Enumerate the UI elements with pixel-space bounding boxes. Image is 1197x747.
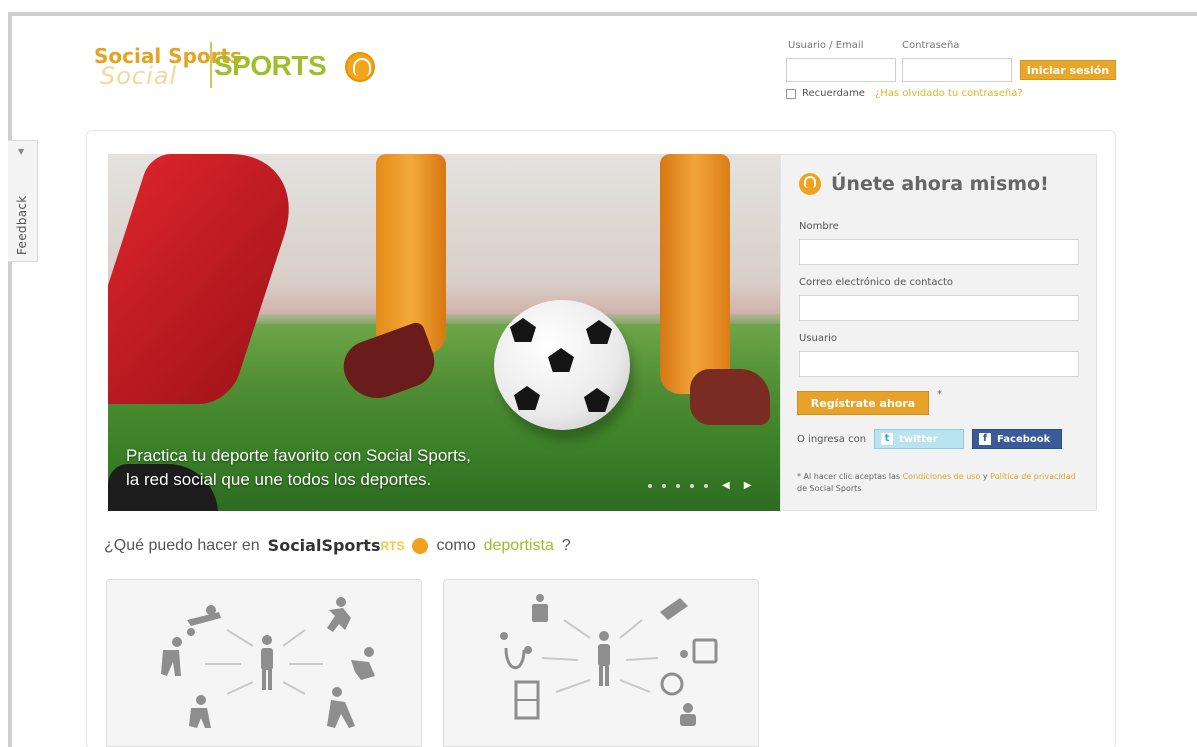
question-brand-ghost: RTS [380,538,405,553]
slider-dot[interactable] [648,483,652,488]
ball-patch [584,388,610,412]
basketball-ball-icon [345,52,375,82]
ball-patch [510,318,536,342]
question-prefix: ¿Qué puedo hacer en [104,536,260,554]
ball-patch [548,348,574,372]
forgot-password-link[interactable]: ¿Has olvidado tu contraseña? [875,88,1023,99]
register-asterisk: * [937,389,942,400]
slider-dot[interactable] [676,483,680,488]
terms-suffix: de Social Sports [797,484,862,493]
soccer-ball-image [494,300,630,430]
username-input[interactable] [786,58,896,82]
terms-prefix: * Al hacer clic aceptas las [797,472,901,481]
hero-caption-line1: Practica tu deporte favorito con Social … [126,446,471,465]
terms-text: * Al hacer clic aceptas las Condiciones … [797,471,1087,495]
login-form: Usuario / Email Contraseña Iniciar sesió… [786,40,1126,110]
hero-slider: Practica tu deporte favorito con Social … [108,154,780,511]
next-arrow-icon[interactable]: ▶ [744,480,752,491]
user-label: Usuario [799,333,838,344]
question-highlight: deportista [483,536,554,554]
register-button[interactable]: Regístrate ahora [797,391,929,415]
password-input[interactable] [902,58,1012,82]
slider-dot[interactable] [662,483,666,488]
remember-checkbox[interactable] [786,88,796,99]
hero-orange-sock-right [660,154,730,394]
slider-pagination: ◀ ▶ [648,480,751,491]
hero-caption: Practica tu deporte favorito con Social … [126,444,576,492]
athlete-panel[interactable] [106,579,422,747]
social-login-row: O ingresa con t twitter f Facebook [797,429,1063,449]
remember-label: Recuerdame [802,88,865,99]
athlete-network-icon [161,597,375,728]
name-input[interactable] [799,239,1079,265]
signup-panel: Únete ahora mismo! Nombre Correo electró… [780,154,1097,511]
email-input[interactable] [799,295,1079,321]
twitter-button[interactable]: t twitter [874,429,965,449]
login-button[interactable]: Iniciar sesión [1020,60,1116,80]
logo-divider [210,42,212,88]
user-input[interactable] [799,351,1079,377]
section-question: ¿Qué puedo hacer en SocialSports RTS com… [104,536,571,555]
facebook-label: Facebook [997,433,1051,445]
signup-title-text: Únete ahora mismo! [831,173,1049,195]
ball-patch [586,320,612,344]
health-network-icon [500,594,718,726]
remember-row: Recuerdame ¿Has olvidado tu contraseña? [786,88,1023,99]
basketball-ball-icon [412,537,429,554]
or-login-with-label: O ingresa con [797,433,867,445]
chevron-down-icon: ▼ [18,147,25,156]
signup-title: Únete ahora mismo! [799,173,1049,195]
slider-dot[interactable] [704,483,708,488]
feedback-tab[interactable]: ▼ Feedback [8,140,38,262]
prev-arrow-icon[interactable]: ◀ [722,480,730,491]
ball-patch [514,386,540,410]
site-logo[interactable]: Social Sports Social SPORTS [92,40,392,100]
logo-sports-text: SPORTS [214,50,327,81]
feedback-label: Feedback [15,195,29,255]
hero-shoe-right [690,369,770,425]
slider-dot[interactable] [690,483,694,488]
password-label: Contraseña [902,40,960,51]
twitter-icon: t [881,433,894,445]
hero-caption-line2: la red social que une todos los deportes… [126,470,432,489]
terms-and: y [982,472,988,481]
facebook-button[interactable]: f Facebook [972,429,1063,449]
facebook-icon: f [979,433,992,445]
basketball-ball-icon [799,173,821,195]
twitter-label: twitter [899,433,938,445]
privacy-link[interactable]: Política de privacidad [990,472,1076,481]
health-panel[interactable] [443,579,759,747]
terms-link[interactable]: Condiciones de uso [903,472,981,481]
username-label: Usuario / Email [788,40,864,51]
question-brand: SocialSports [267,536,381,555]
question-middle: como [436,536,476,554]
email-label: Correo electrónico de contacto [799,277,954,288]
logo-social-ghost-text: Social [100,62,178,90]
question-suffix: ? [561,536,571,554]
name-label: Nombre [799,221,839,232]
